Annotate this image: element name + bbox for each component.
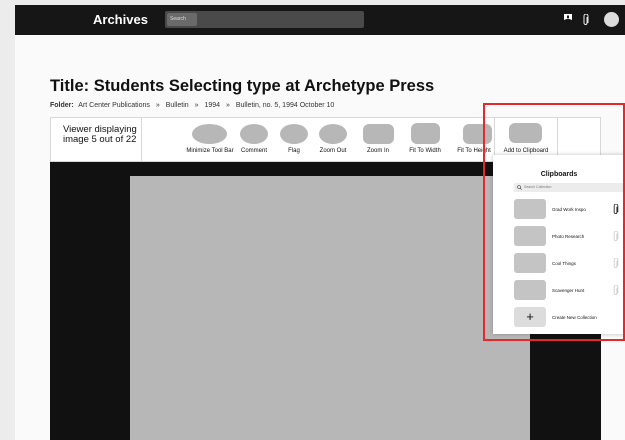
flag-icon[interactable] — [563, 14, 573, 25]
zoom-out-button[interactable]: Zoom Out — [320, 148, 347, 154]
search-input[interactable]: Search — [167, 13, 197, 26]
zoom-in-button[interactable]: Zoom In — [367, 148, 389, 154]
avatar[interactable] — [604, 12, 619, 27]
fit-to-width-icon[interactable] — [411, 123, 440, 144]
breadcrumb-item[interactable]: 1994 — [204, 102, 220, 109]
document-image[interactable] — [130, 176, 530, 440]
viewer-info: Viewer displaying image 5 out of 22 — [51, 118, 142, 161]
comment-icon[interactable] — [240, 124, 268, 144]
breadcrumb: Folder: Art Center Publications » Bullet… — [50, 102, 334, 109]
zoom-in-icon[interactable] — [363, 124, 394, 144]
breadcrumb-separator: » — [155, 102, 160, 109]
breadcrumb-item[interactable]: Bulletin — [166, 102, 189, 109]
flag-button[interactable]: Flag — [288, 148, 300, 154]
page-title: Title: Students Selecting type at Archet… — [50, 77, 435, 95]
flag-icon[interactable] — [280, 124, 308, 144]
search-bar[interactable]: Search — [165, 11, 364, 28]
breadcrumb-item[interactable]: Art Center Publications — [78, 102, 150, 109]
comment-button[interactable]: Comment — [241, 148, 267, 154]
folder-label: Folder: — [50, 102, 74, 109]
highlight-box — [483, 103, 625, 341]
breadcrumb-item[interactable]: Bulletin, no. 5, 1994 October 10 — [236, 102, 334, 109]
breadcrumb-separator: » — [226, 102, 230, 109]
app-logo[interactable]: Archives — [93, 12, 148, 27]
top-bar: Archives Search — [15, 5, 625, 35]
viewer-info-line: image 5 out of 22 — [63, 134, 137, 145]
minimize-toolbar-button[interactable]: Minimize Tool Bar — [186, 148, 233, 154]
fit-to-width-button[interactable]: Fit To Width — [409, 148, 441, 154]
minimize-toolbar-icon[interactable] — [192, 124, 227, 144]
zoom-out-icon[interactable] — [319, 124, 347, 144]
archive-page: Archives Search Title: Students Selectin… — [15, 5, 625, 440]
paperclip-icon[interactable] — [583, 14, 589, 26]
breadcrumb-separator: » — [194, 102, 199, 109]
